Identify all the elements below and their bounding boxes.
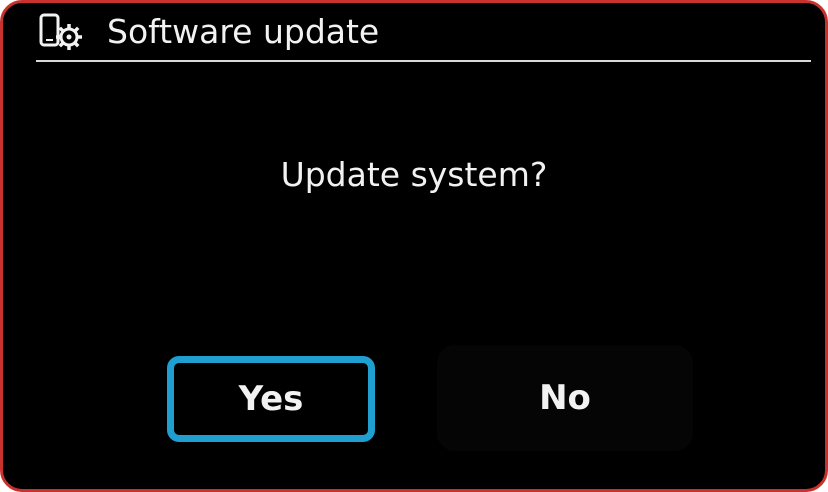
yes-button[interactable]: Yes: [167, 356, 375, 442]
title-divider: [36, 60, 811, 62]
yes-button-label: Yes: [238, 379, 304, 419]
dialog-title: Software update: [107, 12, 380, 51]
no-button[interactable]: No: [437, 345, 693, 451]
update-dialog-screen: Software update Update system? Yes No: [0, 0, 828, 492]
device-settings-icon: [38, 13, 90, 53]
title-bar: Software update: [3, 3, 825, 62]
no-button-label: No: [539, 378, 591, 418]
update-prompt: Update system?: [280, 155, 548, 194]
